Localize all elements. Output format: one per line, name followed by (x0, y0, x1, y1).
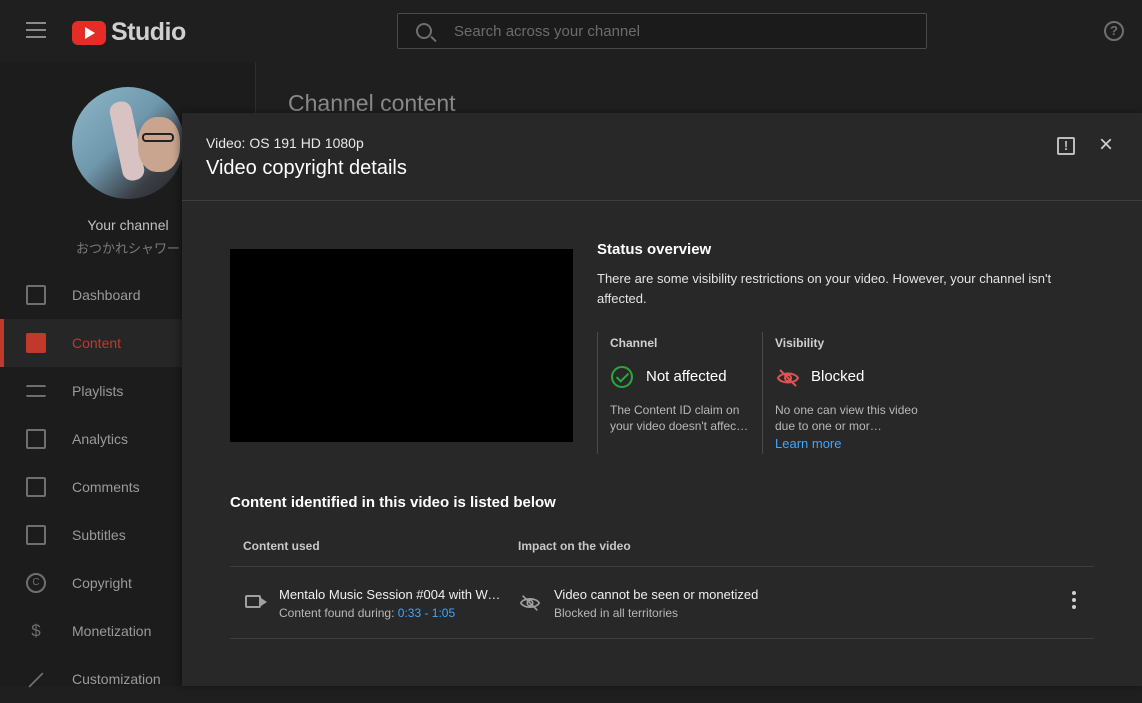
status-overview-title: Status overview (597, 241, 712, 258)
dashboard-icon (26, 285, 46, 305)
visibility-status-label: Visibility (775, 336, 825, 350)
time-range-link[interactable]: 0:33 - 1:05 (398, 606, 455, 620)
column-header-impact: Impact on the video (518, 539, 631, 553)
eye-off-icon (519, 592, 541, 619)
sidebar-item-label: Comments (72, 479, 140, 495)
search-icon (416, 23, 432, 39)
video-camera-icon (245, 595, 267, 608)
identified-content-title: Content identified in this video is list… (230, 494, 556, 511)
sidebar-item-label: Monetization (72, 623, 152, 639)
help-icon[interactable]: ? (1104, 21, 1124, 41)
impact-text: Video cannot be seen or monetized (554, 587, 759, 602)
top-bar: Studio ? (0, 0, 1142, 62)
menu-icon[interactable] (26, 22, 46, 38)
analytics-icon (26, 429, 46, 449)
logo-text: Studio (111, 18, 186, 46)
visibility-status: Visibility Blocked No one can view this … (762, 332, 927, 454)
visibility-status-value: Blocked (811, 368, 865, 385)
close-icon[interactable]: × (1096, 133, 1116, 157)
sidebar-item-label: Copyright (72, 575, 132, 591)
content-found-time: Content found during: 0:33 - 1:05 (279, 606, 456, 620)
sidebar-item-label: Content (72, 335, 122, 351)
copyright-details-dialog: Video: OS 191 HD 1080p Video copyright d… (182, 113, 1142, 686)
customization-icon (28, 672, 44, 688)
subtitles-icon (26, 525, 46, 545)
claimed-content-title: Mentalo Music Session #004 with Wa… (279, 587, 505, 602)
channel-status: Channel Not affected The Content ID clai… (597, 332, 762, 454)
sidebar-item-label: Playlists (72, 383, 124, 399)
video-label: Video: OS 191 HD 1080p (206, 135, 364, 151)
search-input[interactable] (454, 14, 904, 48)
dialog-title: Video copyright details (206, 157, 407, 179)
column-header-content-used: Content used (243, 539, 320, 553)
feedback-icon[interactable]: ! (1057, 137, 1075, 155)
sidebar-item-label: Customization (72, 671, 161, 687)
channel-status-label: Channel (610, 336, 658, 350)
sidebar-item-label: Dashboard (72, 287, 141, 303)
table-header: Content used Impact on the video (230, 525, 1094, 567)
table-row[interactable]: Mentalo Music Session #004 with Wa… Cont… (230, 567, 1094, 639)
avatar[interactable] (72, 87, 184, 199)
dialog-header: Video: OS 191 HD 1080p Video copyright d… (182, 113, 1142, 201)
status-description: There are some visibility restrictions o… (597, 271, 1052, 306)
channel-status-value: Not affected (646, 368, 727, 385)
sidebar-item-label: Analytics (72, 431, 129, 447)
playlists-icon (26, 385, 46, 397)
eye-off-icon (776, 366, 800, 388)
check-circle-icon (611, 366, 633, 388)
comments-icon (26, 477, 46, 497)
visibility-status-description: No one can view this video due to one or… (775, 403, 918, 433)
video-thumbnail[interactable] (230, 249, 573, 442)
sidebar-item-label: Subtitles (72, 527, 126, 543)
copyright-icon: C (26, 573, 46, 593)
monetization-icon: $ (31, 621, 41, 640)
content-icon (26, 333, 46, 353)
channel-status-description: The Content ID claim on your video doesn… (610, 403, 749, 433)
youtube-play-icon (72, 20, 106, 45)
search-box[interactable] (397, 13, 927, 49)
studio-logo[interactable]: Studio (72, 18, 186, 47)
impact-subtext: Blocked in all territories (554, 606, 679, 620)
learn-more-link[interactable]: Learn more (775, 436, 841, 451)
more-options-icon[interactable] (1068, 591, 1080, 613)
